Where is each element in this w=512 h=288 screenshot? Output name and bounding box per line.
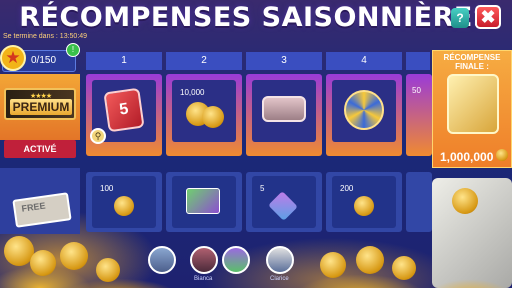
- premium-reward-frame: 10,000: [172, 80, 236, 142]
- active-status-badge: ACTIVÉ: [4, 140, 76, 158]
- premium-reward-1[interactable]: 5 ⚲: [86, 74, 162, 156]
- final-reward-amount: 1,000,000: [440, 150, 494, 164]
- premium-reward-frame: [252, 80, 316, 142]
- coins-icon: [114, 196, 134, 216]
- avatar[interactable]: [190, 246, 218, 274]
- season-timer: Se termine dans : 13:50:49: [3, 33, 88, 40]
- column-header-3: 3: [246, 52, 322, 70]
- treasure-box-icon: [447, 74, 499, 134]
- column-header-2: 2: [166, 52, 242, 70]
- premium-reward-5[interactable]: 50: [406, 74, 432, 156]
- premium-reward-qty-5: 50: [412, 86, 421, 95]
- avatar-tile[interactable]: [148, 246, 176, 274]
- column-header-1: 1: [86, 52, 162, 70]
- magnifier-icon[interactable]: ⚲: [90, 128, 106, 144]
- lucky-dice-icon: 5: [103, 87, 145, 133]
- free-reward-qty-1: 100: [100, 184, 114, 193]
- avatar-name: Bianca: [194, 276, 213, 282]
- vault-icon: [262, 96, 306, 122]
- avatar-name: Clarice: [270, 276, 289, 282]
- help-button[interactable]: ?: [451, 8, 469, 28]
- premium-reward-3[interactable]: [246, 74, 322, 156]
- coins-icon: [354, 196, 374, 216]
- premium-reward-4[interactable]: [326, 74, 402, 156]
- page-title: RÉCOMPENSES SAISONNIÈRES: [19, 2, 493, 33]
- coins-icon: [202, 106, 224, 128]
- coin-icon: [496, 149, 508, 161]
- cards-tile[interactable]: [222, 246, 250, 274]
- column-header-5: [406, 52, 430, 70]
- column-header-4: 4: [326, 52, 402, 70]
- gem-icon: [268, 191, 298, 221]
- coin-icon: [30, 250, 56, 276]
- coin-icon: [96, 258, 120, 282]
- coin-icon: [356, 246, 384, 274]
- free-label: FREE: [20, 200, 47, 214]
- coin-icon: [320, 252, 346, 278]
- free-reward-qty-3: 5: [260, 184, 265, 193]
- coin-icon: [392, 256, 416, 280]
- star-icon: ★: [0, 45, 26, 71]
- info-icon[interactable]: !: [66, 43, 80, 57]
- wheel-icon: [344, 90, 384, 130]
- coin-icon: [60, 242, 88, 270]
- coin-icon: [452, 188, 478, 214]
- premium-reward-qty-2: 10,000: [180, 88, 205, 97]
- premium-reward-frame: [332, 80, 396, 142]
- free-reward-qty-4: 200: [340, 184, 354, 193]
- avatar[interactable]: [266, 246, 294, 274]
- premium-label: PREMIUM: [10, 99, 72, 115]
- premium-reward-2[interactable]: 10,000: [166, 74, 242, 156]
- close-button[interactable]: ✖: [475, 5, 501, 29]
- final-reward-label: RÉCOMPENSE FINALE :: [443, 53, 501, 71]
- cards-icon: [186, 188, 220, 214]
